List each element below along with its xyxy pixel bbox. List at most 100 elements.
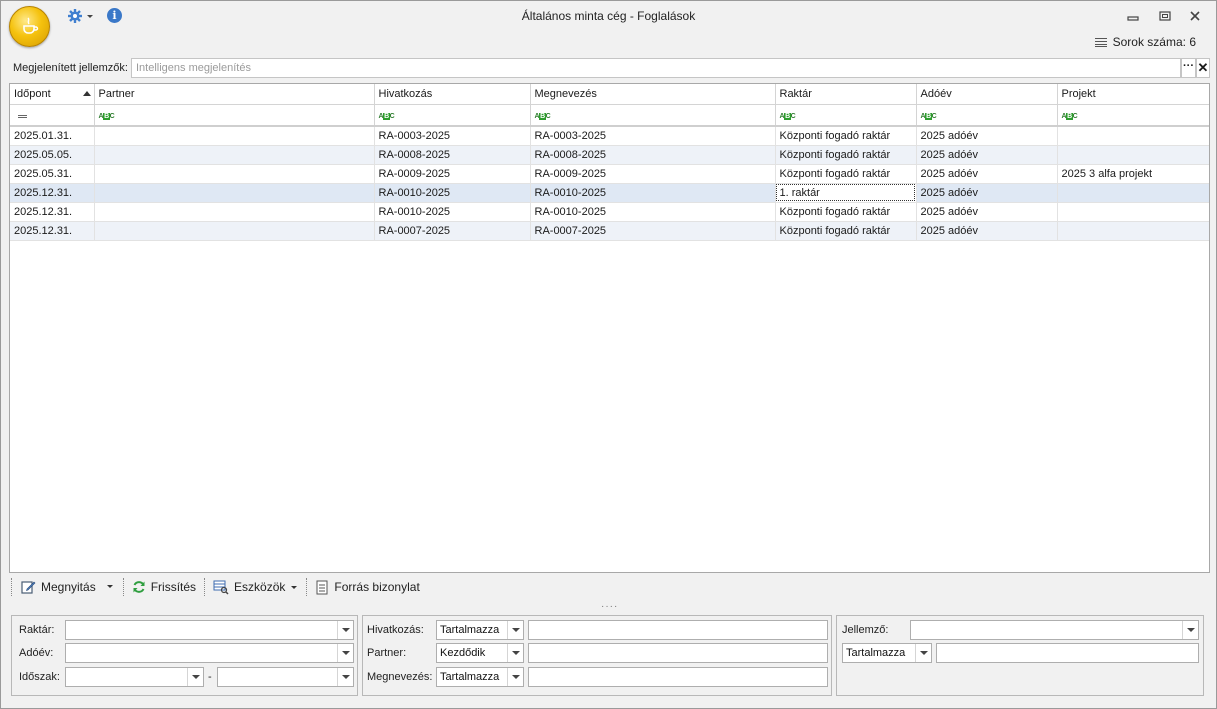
cell-project[interactable] bbox=[1057, 202, 1209, 222]
warehouse-combo[interactable] bbox=[65, 620, 354, 640]
column-header-partner[interactable]: Partner bbox=[94, 84, 375, 105]
close-window-icon[interactable] bbox=[1187, 8, 1203, 24]
filter-cell-tax-year[interactable]: ABC bbox=[916, 104, 1058, 127]
cell-reference[interactable]: RA-0010-2025 bbox=[374, 183, 531, 203]
table-row[interactable]: 2025.12.31. RA-0007-2025 RA-0007-2025 Kö… bbox=[10, 221, 1209, 241]
cell-tax-year[interactable]: 2025 adóév bbox=[916, 164, 1058, 184]
filter-cell-project[interactable]: ABC bbox=[1057, 104, 1209, 127]
feature-mode-combo[interactable]: Tartalmazza bbox=[842, 643, 932, 663]
chevron-down-icon[interactable] bbox=[337, 621, 353, 639]
table-row[interactable]: 2025.05.31. RA-0009-2025 RA-0009-2025 Kö… bbox=[10, 164, 1209, 184]
cell-tax-year[interactable]: 2025 adóév bbox=[916, 145, 1058, 165]
cell-warehouse[interactable]: Központi fogadó raktár bbox=[775, 202, 917, 222]
app-window: i Általános minta cég - Foglalások Sorok… bbox=[0, 0, 1217, 709]
edit-document-icon bbox=[21, 581, 36, 594]
refresh-button[interactable]: Frissítés bbox=[126, 576, 202, 598]
filter-cell-reference[interactable]: ABC bbox=[374, 104, 531, 127]
cell-date[interactable]: 2025.05.31. bbox=[10, 164, 95, 184]
table-row[interactable]: 2025.12.31. RA-0010-2025 RA-0010-2025 Kö… bbox=[10, 202, 1209, 222]
minimize-icon[interactable] bbox=[1125, 8, 1141, 24]
chevron-down-icon[interactable] bbox=[507, 668, 523, 686]
period-to-combo[interactable] bbox=[217, 667, 354, 687]
chevron-down-icon[interactable] bbox=[1182, 621, 1198, 639]
chevron-down-icon[interactable] bbox=[915, 644, 931, 662]
cell-date[interactable]: 2025.01.31. bbox=[10, 126, 95, 146]
cell-tax-year[interactable]: 2025 adóév bbox=[916, 183, 1058, 203]
cell-name[interactable]: RA-0010-2025 bbox=[530, 202, 776, 222]
column-header-reference[interactable]: Hivatkozás bbox=[374, 84, 531, 105]
feature-mode-value: Tartalmazza bbox=[846, 647, 906, 659]
table-row-selected[interactable]: 2025.12.31. RA-0010-2025 RA-0010-2025 1.… bbox=[10, 183, 1209, 203]
cell-project[interactable] bbox=[1057, 221, 1209, 241]
cell-name[interactable]: RA-0010-2025 bbox=[530, 183, 776, 203]
open-button[interactable]: Megnyitás bbox=[14, 576, 121, 598]
cell-project[interactable]: 2025 3 alfa projekt bbox=[1057, 164, 1209, 184]
filter-cell-name[interactable]: ABC bbox=[530, 104, 776, 127]
feature-combo[interactable] bbox=[910, 620, 1199, 640]
chevron-down-icon[interactable] bbox=[337, 668, 353, 686]
table-row[interactable]: 2025.05.05. RA-0008-2025 RA-0008-2025 Kö… bbox=[10, 145, 1209, 165]
chevron-down-icon[interactable] bbox=[337, 644, 353, 662]
period-from-combo[interactable] bbox=[65, 667, 204, 687]
reference-mode-combo[interactable]: Tartalmazza bbox=[436, 620, 524, 640]
tax-year-combo[interactable] bbox=[65, 643, 354, 663]
cell-name[interactable]: RA-0007-2025 bbox=[530, 221, 776, 241]
filter-cell-date[interactable] bbox=[10, 104, 95, 127]
restore-icon[interactable] bbox=[1157, 8, 1173, 24]
cell-partner[interactable] bbox=[94, 126, 375, 146]
cell-warehouse-focused[interactable]: 1. raktár bbox=[775, 183, 917, 203]
cell-partner[interactable] bbox=[94, 202, 375, 222]
cell-date[interactable]: 2025.12.31. bbox=[10, 183, 95, 203]
cell-tax-year[interactable]: 2025 adóév bbox=[916, 221, 1058, 241]
source-document-button[interactable]: Forrás bizonylat bbox=[309, 576, 425, 598]
chevron-down-icon[interactable] bbox=[187, 668, 203, 686]
splitter-grip[interactable]: ···· bbox=[601, 601, 618, 612]
cell-reference[interactable]: RA-0008-2025 bbox=[374, 145, 531, 165]
column-header-project[interactable]: Projekt bbox=[1057, 84, 1209, 105]
column-header-date[interactable]: Időpont bbox=[10, 84, 95, 105]
chevron-down-icon[interactable] bbox=[507, 644, 523, 662]
filter-cell-partner[interactable]: ABC bbox=[94, 104, 375, 127]
features-more-button[interactable]: ··· bbox=[1181, 58, 1196, 78]
table-row[interactable]: 2025.01.31. RA-0003-2025 RA-0003-2025 Kö… bbox=[10, 126, 1209, 146]
cell-warehouse[interactable]: Központi fogadó raktár bbox=[775, 221, 917, 241]
cell-project[interactable] bbox=[1057, 145, 1209, 165]
cell-date[interactable]: 2025.12.31. bbox=[10, 221, 95, 241]
cell-name[interactable]: RA-0003-2025 bbox=[530, 126, 776, 146]
chevron-down-icon[interactable] bbox=[507, 621, 523, 639]
cell-tax-year[interactable]: 2025 adóév bbox=[916, 202, 1058, 222]
cell-date[interactable]: 2025.12.31. bbox=[10, 202, 95, 222]
chevron-down-icon[interactable] bbox=[101, 582, 115, 592]
cell-name[interactable]: RA-0009-2025 bbox=[530, 164, 776, 184]
cell-project[interactable] bbox=[1057, 126, 1209, 146]
cell-reference[interactable]: RA-0003-2025 bbox=[374, 126, 531, 146]
partner-mode-combo[interactable]: Kezdődik bbox=[436, 643, 524, 663]
cell-reference[interactable]: RA-0007-2025 bbox=[374, 221, 531, 241]
cell-warehouse[interactable]: Központi fogadó raktár bbox=[775, 164, 917, 184]
cell-partner[interactable] bbox=[94, 183, 375, 203]
column-header-tax-year[interactable]: Adóév bbox=[916, 84, 1058, 105]
cell-partner[interactable] bbox=[94, 145, 375, 165]
cell-tax-year[interactable]: 2025 adóév bbox=[916, 126, 1058, 146]
column-header-name[interactable]: Megnevezés bbox=[530, 84, 776, 105]
cell-date[interactable]: 2025.05.05. bbox=[10, 145, 95, 165]
name-mode-combo[interactable]: Tartalmazza bbox=[436, 667, 524, 687]
displayed-features-input[interactable]: Intelligens megjelenítés bbox=[131, 58, 1181, 78]
cell-reference[interactable]: RA-0010-2025 bbox=[374, 202, 531, 222]
reference-input[interactable] bbox=[528, 620, 828, 640]
name-input[interactable] bbox=[528, 667, 828, 687]
cell-partner[interactable] bbox=[94, 164, 375, 184]
cell-warehouse[interactable]: Központi fogadó raktár bbox=[775, 126, 917, 146]
filter-cell-warehouse[interactable]: ABC bbox=[775, 104, 917, 127]
feature-value-input[interactable] bbox=[936, 643, 1199, 663]
cell-project[interactable] bbox=[1057, 183, 1209, 203]
cell-reference[interactable]: RA-0009-2025 bbox=[374, 164, 531, 184]
partner-input[interactable] bbox=[528, 643, 828, 663]
column-header-warehouse[interactable]: Raktár bbox=[775, 84, 917, 105]
tools-button[interactable]: Eszközök bbox=[207, 576, 304, 598]
sort-ascending-icon[interactable] bbox=[83, 91, 91, 96]
features-clear-button[interactable]: ✕ bbox=[1196, 58, 1210, 78]
cell-name[interactable]: RA-0008-2025 bbox=[530, 145, 776, 165]
cell-partner[interactable] bbox=[94, 221, 375, 241]
cell-warehouse[interactable]: Központi fogadó raktár bbox=[775, 145, 917, 165]
